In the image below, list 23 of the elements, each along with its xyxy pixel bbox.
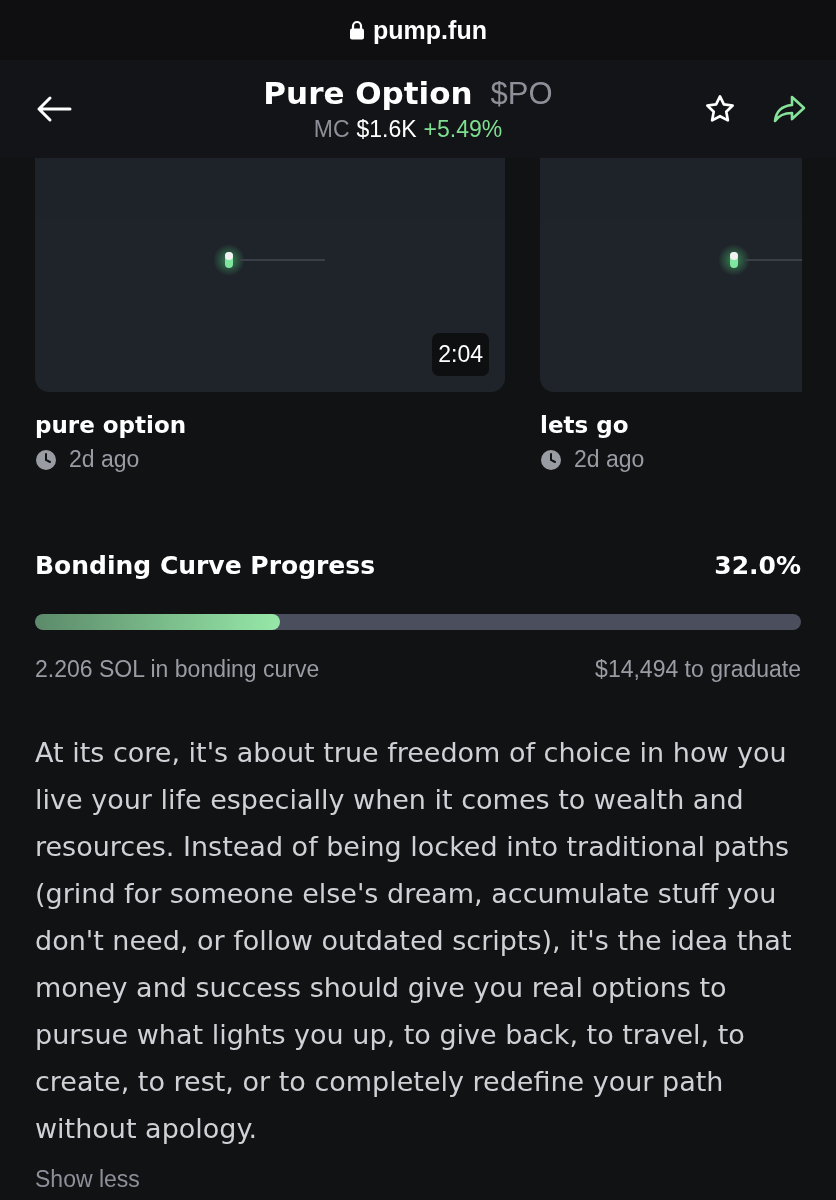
clock-icon [540, 448, 562, 471]
time-ago: 2d ago [69, 446, 140, 473]
share-icon[interactable] [772, 94, 806, 124]
duration-badge: 2:04 [432, 333, 489, 376]
video-title[interactable]: pure option [35, 412, 505, 438]
graduate-amount: $14,494 to graduate [595, 656, 801, 683]
back-arrow-icon[interactable] [36, 95, 72, 123]
mc-label: MC [313, 116, 350, 143]
clock-icon [35, 448, 57, 471]
lock-icon [349, 20, 366, 40]
show-less-link[interactable]: Show less [35, 1166, 140, 1193]
url-text: pump.fun [373, 15, 487, 45]
progress-percent: 32.0% [714, 551, 801, 580]
token-name: Pure Option [263, 75, 473, 111]
price-change: +5.49% [423, 116, 503, 143]
token-ticker: $PO [490, 76, 553, 112]
market-cap: $1.6K [356, 116, 417, 143]
section-title: Bonding Curve Progress [35, 551, 376, 580]
time-ago: 2d ago [574, 446, 645, 473]
description-text: At its core, it's about true freedom of choice in how you live your life especially when it comes to wealth and resources. Instead of being locked into traditional paths (grind for someone else's dream, accumulate stuff you don't need, or follow outdated scripts), it's the idea that money and success should give you real options to pursue what lights you up, to give back, to travel, to create, to rest, or to completely redefine your path without apology. [35, 736, 793, 1146]
star-icon[interactable] [704, 93, 736, 125]
sol-amount: 2.206 SOL in bonding curve [35, 656, 320, 683]
video-title[interactable]: lets go [540, 412, 802, 438]
